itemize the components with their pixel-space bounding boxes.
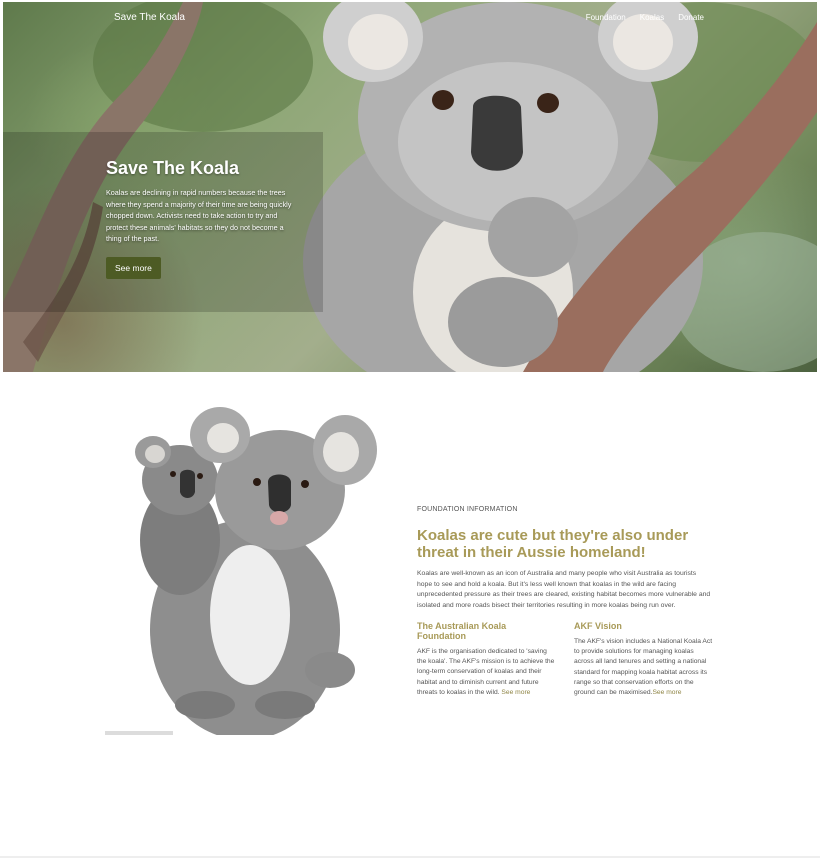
column-body: AKF is the organisation dedicated to 'sa… [417, 648, 555, 696]
hero-text: Koalas are declining in rapid numbers be… [106, 188, 292, 243]
mother-baby-koala-image [135, 407, 377, 735]
see-more-link[interactable]: See more [501, 689, 530, 696]
column-akf: The Australian Koala Foundation AKF is t… [417, 621, 556, 698]
column-text: AKF is the organisation dedicated to 'sa… [417, 647, 556, 698]
column-vision: AKF Vision The AKF's vision includes a N… [574, 621, 713, 698]
foundation-info: FOUNDATION INFORMATION Koalas are cute b… [417, 506, 713, 698]
see-more-link[interactable]: See more [652, 689, 681, 696]
column-body: The AKF's vision includes a National Koa… [574, 638, 713, 697]
column-title: The Australian Koala Foundation [417, 621, 507, 641]
photo-caption-bar [105, 731, 173, 735]
top-nav: Foundation Koalas Donate [586, 13, 704, 22]
nav-link-koalas[interactable]: Koalas [640, 13, 664, 22]
hero-title: Save The Koala [106, 158, 240, 178]
nav-link-donate[interactable]: Donate [678, 13, 704, 22]
hero-content: Save The Koala Koalas are declining in r… [106, 158, 294, 279]
brand-logo[interactable]: Save The Koala [114, 12, 185, 23]
column-title: AKF Vision [574, 621, 622, 631]
see-more-button[interactable]: See more [106, 256, 161, 279]
section-eyebrow: FOUNDATION INFORMATION [417, 506, 518, 513]
nav-link-foundation[interactable]: Foundation [586, 13, 626, 22]
column-text: The AKF's vision includes a National Koa… [574, 637, 713, 698]
section-title: Koalas are cute but they're also under t… [417, 527, 689, 561]
info-columns: The Australian Koala Foundation AKF is t… [417, 621, 713, 698]
hero-banner: Save The Koala Foundation Koalas Donate … [3, 2, 817, 372]
section-lead: Koalas are well-known as an icon of Aust… [417, 570, 711, 609]
